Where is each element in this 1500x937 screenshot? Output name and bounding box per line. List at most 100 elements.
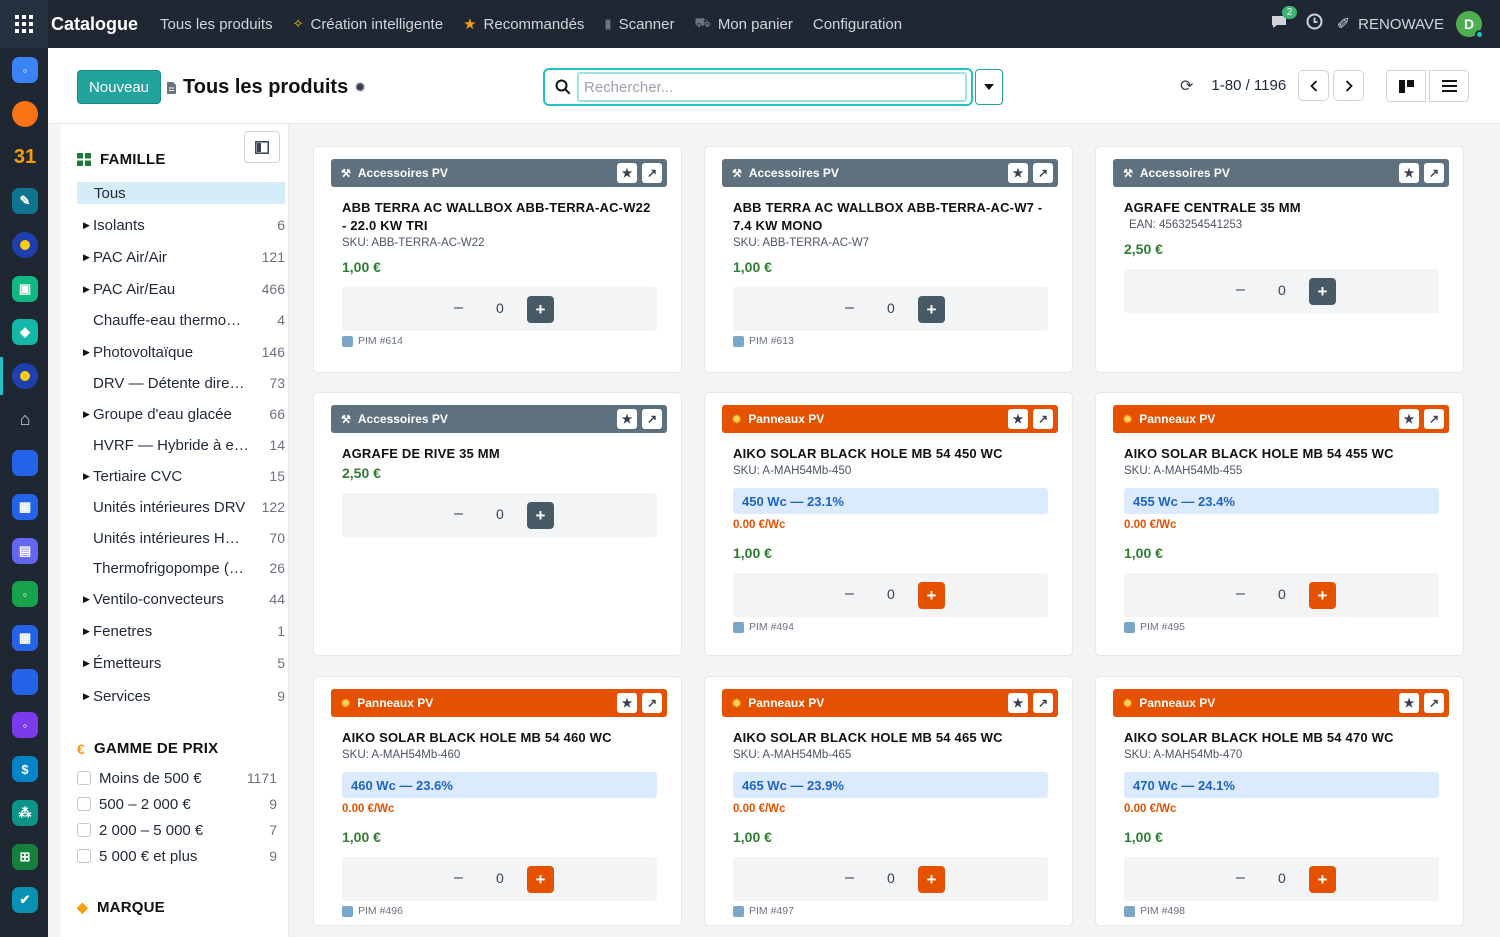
quantity-value[interactable]: 0 xyxy=(1278,870,1286,886)
caret-right-icon[interactable]: ▶ xyxy=(77,658,93,669)
product-card[interactable]: ✹ Panneaux PV ★ ↗ AIKO SOLAR BLACK HOLE MB 5… xyxy=(704,392,1073,656)
rail-app-agenda-icon[interactable]: ▦ xyxy=(12,625,38,651)
rail-app-planning-icon[interactable]: ▦ xyxy=(12,494,38,520)
chat-button[interactable]: 2 xyxy=(1270,5,1298,35)
open-external-icon[interactable]: ↗ xyxy=(1033,409,1053,429)
product-name[interactable]: AGRAFE CENTRALE 35 MM xyxy=(1124,199,1439,217)
product-name[interactable]: AIKO SOLAR BLACK HOLE MB 54 460 WC xyxy=(342,729,657,747)
decrease-quantity-button[interactable]: – xyxy=(845,299,854,317)
list-view-button[interactable] xyxy=(1429,70,1469,102)
increase-quantity-button[interactable]: + xyxy=(527,296,554,323)
rail-app-discuss-icon[interactable]: ◦ xyxy=(12,57,38,83)
quantity-value[interactable]: 0 xyxy=(887,586,895,602)
rail-app-check-icon[interactable]: ✔ xyxy=(12,887,38,913)
open-external-icon[interactable]: ↗ xyxy=(1424,409,1444,429)
famille-item[interactable]: ▶ Services 9 xyxy=(77,685,285,707)
famille-item[interactable]: ▶ Fenetres 1 xyxy=(77,620,285,642)
product-card[interactable]: ⚒ Accessoires PV ★ ↗ AGRAFE CENTRALE 35 MM EA… xyxy=(1095,146,1464,373)
reload-icon[interactable]: ⟳ xyxy=(1180,76,1193,96)
famille-item[interactable]: ▶ Groupe d'eau glacée 66 xyxy=(77,403,285,425)
search-options-toggle[interactable] xyxy=(975,69,1003,105)
increase-quantity-button[interactable]: + xyxy=(527,502,554,529)
product-name[interactable]: AGRAFE DE RIVE 35 MM xyxy=(342,445,657,463)
new-button[interactable]: Nouveau xyxy=(77,70,161,104)
increase-quantity-button[interactable]: + xyxy=(527,866,554,893)
caret-right-icon[interactable]: ▶ xyxy=(77,471,93,482)
gear-icon[interactable]: ✹ xyxy=(354,79,366,96)
decrease-quantity-button[interactable]: – xyxy=(454,299,463,317)
menu-recommended[interactable]: ★ Recommandés xyxy=(463,15,584,34)
rail-app-square-icon[interactable] xyxy=(12,669,38,695)
favorite-star-icon[interactable]: ★ xyxy=(617,693,637,713)
favorite-star-icon[interactable]: ★ xyxy=(1399,693,1419,713)
decrease-quantity-button[interactable]: – xyxy=(1236,585,1245,603)
rail-app-catalogue-icon[interactable] xyxy=(12,363,38,389)
famille-item[interactable]: ▶ PAC Air/Eau 466 xyxy=(77,278,285,300)
product-name[interactable]: AIKO SOLAR BLACK HOLE MB 54 455 WC xyxy=(1124,445,1439,463)
product-name[interactable]: ABB TERRA AC WALLBOX ABB-TERRA-AC-W7 - 7… xyxy=(733,199,1048,235)
rail-app-blue-icon[interactable] xyxy=(12,450,38,476)
favorite-star-icon[interactable]: ★ xyxy=(1399,163,1419,183)
decrease-quantity-button[interactable]: – xyxy=(1236,281,1245,299)
search-input[interactable] xyxy=(577,72,967,102)
famille-item[interactable]: ▶ Tertiaire CVC 15 xyxy=(77,465,285,487)
price-range-item[interactable]: 2 000 – 5 000 € 7 xyxy=(77,819,277,841)
quantity-value[interactable]: 0 xyxy=(496,870,504,886)
company-switcher[interactable]: RENOWAVE xyxy=(1358,16,1444,33)
famille-item[interactable]: DRV — Détente directe 73 xyxy=(77,372,285,394)
price-range-checkbox[interactable] xyxy=(77,823,91,837)
price-range-item[interactable]: Moins de 500 € 1171 xyxy=(77,767,277,789)
increase-quantity-button[interactable]: + xyxy=(1309,278,1336,305)
product-name[interactable]: AIKO SOLAR BLACK HOLE MB 54 465 WC xyxy=(733,729,1048,747)
product-card[interactable]: ✹ Panneaux PV ★ ↗ AIKO SOLAR BLACK HOLE MB 5… xyxy=(1095,676,1464,926)
rail-app-sign-icon[interactable]: ✎ xyxy=(12,188,38,214)
caret-right-icon[interactable]: ▶ xyxy=(77,252,93,263)
open-external-icon[interactable]: ↗ xyxy=(642,163,662,183)
caret-right-icon[interactable]: ▶ xyxy=(77,220,93,231)
increase-quantity-button[interactable]: + xyxy=(918,866,945,893)
open-external-icon[interactable]: ↗ xyxy=(1033,163,1053,183)
quantity-value[interactable]: 0 xyxy=(496,300,504,316)
favorite-star-icon[interactable]: ★ xyxy=(1008,693,1028,713)
rail-app-dashboard-icon[interactable]: ▤ xyxy=(12,538,38,564)
menu-cart[interactable]: ⛟ Mon panier xyxy=(694,15,792,33)
rail-app-target-icon[interactable] xyxy=(12,232,38,258)
rail-app-contacts-icon[interactable]: ▣ xyxy=(12,276,38,302)
caret-right-icon[interactable]: ▶ xyxy=(77,409,93,420)
rail-app-team-icon[interactable]: ⁂ xyxy=(12,800,38,826)
toggle-panel-button[interactable] xyxy=(244,131,280,163)
quantity-value[interactable]: 0 xyxy=(887,870,895,886)
famille-item[interactable]: HVRF — Hybride à eau 14 xyxy=(77,434,285,456)
famille-item[interactable]: Unités intérieures HVRF 70 xyxy=(77,527,285,549)
open-external-icon[interactable]: ↗ xyxy=(1424,693,1444,713)
price-range-checkbox[interactable] xyxy=(77,849,91,863)
famille-item[interactable]: ▶ PAC Air/Air 121 xyxy=(77,246,285,268)
decrease-quantity-button[interactable]: – xyxy=(454,869,463,887)
caret-right-icon[interactable]: ▶ xyxy=(77,594,93,605)
increase-quantity-button[interactable]: + xyxy=(918,582,945,609)
price-range-checkbox[interactable] xyxy=(77,771,91,785)
decrease-quantity-button[interactable]: – xyxy=(845,585,854,603)
famille-item[interactable]: Tous xyxy=(77,182,285,204)
activity-button[interactable] xyxy=(1306,13,1323,35)
pager-next-button[interactable] xyxy=(1333,70,1365,101)
caret-right-icon[interactable]: ▶ xyxy=(77,691,93,702)
increase-quantity-button[interactable]: + xyxy=(918,296,945,323)
menu-smart-creation[interactable]: ✧ Création intelligente xyxy=(293,16,444,33)
product-name[interactable]: AIKO SOLAR BLACK HOLE MB 54 450 WC xyxy=(733,445,1048,463)
user-avatar[interactable]: D xyxy=(1456,11,1484,39)
decrease-quantity-button[interactable]: – xyxy=(454,505,463,523)
quantity-value[interactable]: 0 xyxy=(1278,586,1286,602)
increase-quantity-button[interactable]: + xyxy=(1309,582,1336,609)
rail-app-spreadsheet-icon[interactable]: ⊞ xyxy=(12,844,38,870)
famille-item[interactable]: ▶ Photovoltaïque 146 xyxy=(77,341,285,363)
favorite-star-icon[interactable]: ★ xyxy=(1399,409,1419,429)
product-card[interactable]: ⚒ Accessoires PV ★ ↗ ABB TERRA AC WALLBOX AB… xyxy=(704,146,1073,373)
famille-item[interactable]: ▶ Ventilo-convecteurs 44 xyxy=(77,588,285,610)
rail-app-purple-icon[interactable]: ◦ xyxy=(12,712,38,738)
open-external-icon[interactable]: ↗ xyxy=(1033,693,1053,713)
caret-right-icon[interactable]: ▶ xyxy=(77,284,93,295)
kanban-view-button[interactable] xyxy=(1386,70,1426,102)
magic-wand-icon[interactable]: ✐ xyxy=(1337,14,1350,34)
product-card[interactable]: ⚒ Accessoires PV ★ ↗ AGRAFE DE RIVE 35 MM 2,5… xyxy=(313,392,682,656)
